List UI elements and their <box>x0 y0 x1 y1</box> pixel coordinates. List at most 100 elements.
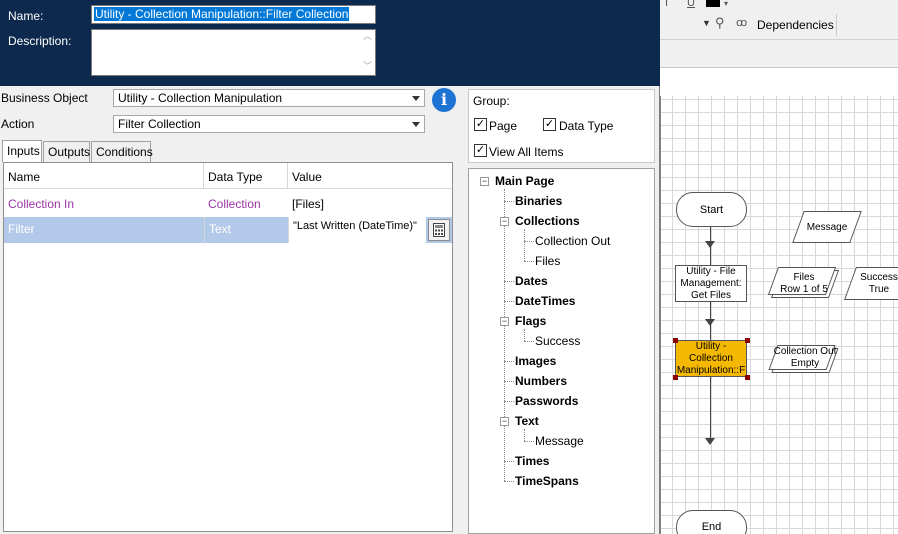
data-items-tree: − Main Page Binaries − Collections Colle… <box>468 168 655 534</box>
tree-node-binaries[interactable]: Binaries <box>515 194 562 208</box>
tree-node-dates[interactable]: Dates <box>515 274 548 288</box>
data-type-checkbox-label: Data Type <box>559 119 614 133</box>
business-object-value: Utility - Collection Manipulation <box>118 91 283 105</box>
tree-node-timespans[interactable]: TimeSpans <box>515 474 579 488</box>
tree-line <box>504 281 514 282</box>
tree-node-passwords[interactable]: Passwords <box>515 394 578 408</box>
tree-line <box>524 229 525 261</box>
selection-handle[interactable] <box>673 375 678 380</box>
param-value[interactable]: [Files] <box>288 190 452 217</box>
tree-line <box>504 301 514 302</box>
view-all-checkbox-label: View All Items <box>489 145 564 159</box>
flow-line <box>710 227 711 442</box>
flow-arrow <box>705 319 715 326</box>
tree-line <box>504 381 514 382</box>
tree-line <box>504 201 514 202</box>
calculator-icon <box>433 223 445 237</box>
action-value: Filter Collection <box>118 117 201 131</box>
name-field[interactable]: Utility - Collection Manipulation::Filte… <box>91 5 376 24</box>
tree-node-numbers[interactable]: Numbers <box>515 374 567 388</box>
find-icon[interactable]: ⚲ <box>715 15 725 31</box>
tree-root-main-page[interactable]: Main Page <box>495 174 554 188</box>
dependencies-button[interactable]: Dependencies <box>757 18 834 32</box>
tree-node-message[interactable]: Message <box>535 434 584 448</box>
start-stage[interactable]: Start <box>676 192 747 227</box>
main-toolbar: ▼ ⚲ ꝏ Dependencies <box>660 10 898 40</box>
tree-line <box>524 441 534 442</box>
tree-node-collection-out[interactable]: Collection Out <box>535 234 610 248</box>
underline-icon[interactable]: U <box>687 0 695 9</box>
filter-collection-stage[interactable]: Utility - Collection Manipulation::F <box>675 340 747 377</box>
param-name: Collection In <box>8 197 75 211</box>
tree-node-flags[interactable]: Flags <box>515 314 546 328</box>
flow-arrow <box>705 241 715 248</box>
business-object-label: Business Object <box>1 91 88 105</box>
collapse-icon[interactable]: − <box>500 417 509 426</box>
param-data-type: Text <box>204 217 288 244</box>
tree-node-collections[interactable]: Collections <box>515 214 580 228</box>
expression-editor-button[interactable] <box>428 219 450 241</box>
message-data-label: Message <box>806 222 848 233</box>
column-data-type[interactable]: Data Type <box>204 163 288 189</box>
table-row[interactable]: Collection In Collection [Files] <box>4 190 452 217</box>
selection-handle[interactable] <box>673 338 678 343</box>
tree-line <box>504 189 505 481</box>
chevron-down-icon <box>412 122 420 127</box>
toolbar-divider <box>836 14 837 36</box>
data-type-checkbox[interactable]: ✓ <box>543 118 556 131</box>
scroll-down-icon[interactable]: ﹀ <box>360 60 375 72</box>
color-swatch[interactable] <box>706 0 720 7</box>
selection-handle[interactable] <box>745 338 750 343</box>
action-dropdown[interactable]: Filter Collection <box>113 115 425 133</box>
inputs-grid: Name Data Type Value Collection In Colle… <box>3 162 453 532</box>
view-all-checkbox[interactable]: ✓ <box>474 144 487 157</box>
name-label: Name: <box>8 9 44 23</box>
info-icon[interactable]: i <box>432 88 456 112</box>
action-label: Action <box>1 117 35 131</box>
dropdown-arrow-icon[interactable]: ▼ <box>702 18 711 28</box>
page-checkbox-label: Page <box>489 119 518 133</box>
param-value-input[interactable]: "Last Written (DateTime)" <box>288 217 426 243</box>
param-data-type: Collection <box>208 197 261 211</box>
tree-line <box>504 401 514 402</box>
get-files-stage[interactable]: Utility - File Management: Get Files <box>675 265 747 302</box>
end-stage[interactable]: End <box>676 510 747 534</box>
tab-conditions[interactable]: Conditions <box>91 141 153 162</box>
italic-icon[interactable]: I <box>665 0 668 9</box>
table-row[interactable]: Filter Text "Last Written (DateTime)" <box>4 217 452 244</box>
column-name[interactable]: Name <box>4 163 204 189</box>
description-field[interactable]: ︿ ﹀ <box>91 29 376 76</box>
collapse-icon[interactable]: − <box>500 217 509 226</box>
tree-node-images[interactable]: Images <box>515 354 556 368</box>
flow-arrow <box>705 438 715 445</box>
column-value[interactable]: Value <box>288 163 452 189</box>
description-scrollbar[interactable]: ︿ ﹀ <box>360 30 375 75</box>
param-name: Filter <box>8 222 35 236</box>
collapse-icon[interactable]: − <box>500 317 509 326</box>
action-properties-dialog: Name: Utility - Collection Manipulation:… <box>0 0 660 534</box>
page-checkbox[interactable]: ✓ <box>474 118 487 131</box>
format-toolbar: I U ▾ <box>660 0 898 10</box>
tree-line <box>524 261 534 262</box>
scroll-up-icon[interactable]: ︿ <box>360 30 375 42</box>
dropdown-arrow-icon[interactable]: ▾ <box>724 0 728 8</box>
tree-line <box>504 481 514 482</box>
tree-line <box>524 341 534 342</box>
chevron-down-icon <box>412 96 420 101</box>
business-object-dropdown[interactable]: Utility - Collection Manipulation <box>113 89 425 107</box>
flowchart-canvas[interactable] <box>660 96 898 534</box>
files-collection-label: Files Row 1 of 5 <box>780 272 828 295</box>
tree-node-datetimes[interactable]: DateTimes <box>515 294 575 308</box>
tab-outputs[interactable]: Outputs <box>43 141 90 162</box>
selection-handle[interactable] <box>745 375 750 380</box>
collapse-icon[interactable]: − <box>480 177 489 186</box>
group-label: Group: <box>473 94 510 108</box>
tree-line <box>524 429 525 441</box>
tab-inputs[interactable]: Inputs <box>2 140 42 162</box>
secondary-toolbar <box>660 40 898 68</box>
tree-node-success[interactable]: Success <box>535 334 580 348</box>
tree-node-text[interactable]: Text <box>515 414 539 428</box>
tree-line <box>504 361 514 362</box>
tree-node-files[interactable]: Files <box>535 254 560 268</box>
tree-node-times[interactable]: Times <box>515 454 549 468</box>
